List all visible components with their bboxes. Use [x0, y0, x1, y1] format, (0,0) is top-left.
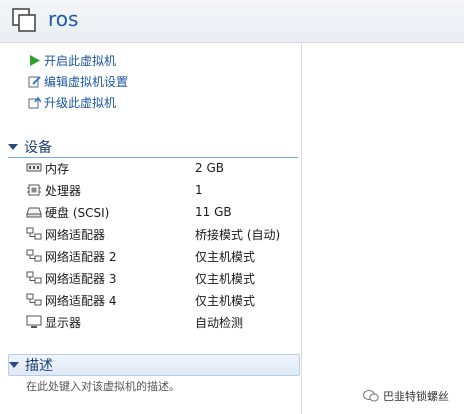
watermark: 巴韭特锁螺丝 [363, 388, 449, 404]
device-value: 桥接模式 (自动) [195, 227, 281, 242]
edit-vm-settings-label: 编辑虚拟机设置 [44, 75, 129, 89]
device-value: 1 [195, 183, 203, 197]
description-input[interactable]: 在此处键入对该虚拟机的描述。 [26, 378, 180, 394]
network-adapter-icon [26, 249, 42, 262]
monitor-icon [26, 315, 42, 328]
network-adapter-icon [26, 227, 42, 240]
play-icon [30, 55, 40, 66]
description-section-header[interactable]: 描述 [8, 354, 300, 376]
collapse-triangle-icon [9, 362, 19, 368]
device-row-network-adapter-3[interactable]: 网络适配器 3 仅主机模式 [26, 268, 294, 288]
device-row-display[interactable]: 显示器 自动检测 [26, 312, 294, 332]
device-name: 内存 [45, 161, 70, 176]
device-name: 网络适配器 3 [45, 271, 117, 286]
device-row-network-adapter[interactable]: 网络适配器 桥接模式 (自动) [26, 224, 294, 244]
network-adapter-icon [26, 271, 42, 284]
edit-vm-settings-button[interactable]: 编辑虚拟机设置 [28, 73, 128, 90]
cpu-icon [27, 184, 41, 196]
device-row-network-adapter-2[interactable]: 网络适配器 2 仅主机模式 [26, 246, 294, 266]
description-section-label: 描述 [25, 358, 53, 374]
device-name: 硬盘 (SCSI) [45, 205, 110, 220]
edit-settings-icon [28, 76, 41, 88]
devices-section-label: 设备 [24, 140, 52, 156]
device-name: 网络适配器 4 [45, 293, 117, 308]
device-name: 网络适配器 [45, 227, 106, 242]
watermark-text: 巴韭特锁螺丝 [383, 390, 449, 403]
device-row-memory[interactable]: 内存 2 GB [26, 158, 294, 178]
device-name: 处理器 [45, 183, 82, 198]
memory-icon [26, 163, 42, 172]
device-row-network-adapter-4[interactable]: 网络适配器 4 仅主机模式 [26, 290, 294, 310]
hard-disk-icon [26, 207, 42, 218]
vm-details-panel [302, 43, 464, 414]
device-value: 仅主机模式 [195, 271, 256, 286]
vm-header: ros [0, 0, 464, 43]
device-row-hard-disk[interactable]: 硬盘 (SCSI) 11 GB [26, 202, 294, 222]
devices-section-header[interactable]: 设备 [8, 137, 298, 158]
device-value: 11 GB [195, 205, 232, 219]
device-name: 显示器 [45, 315, 82, 330]
device-value: 2 GB [195, 161, 224, 175]
virtual-machine-icon [12, 8, 36, 32]
upgrade-icon [28, 96, 41, 109]
upgrade-vm-button[interactable]: 升级此虚拟机 [28, 94, 116, 111]
power-on-vm-label: 开启此虚拟机 [44, 54, 117, 68]
network-adapter-icon [26, 293, 42, 306]
vm-title: ros [48, 7, 79, 31]
power-on-vm-button[interactable]: 开启此虚拟机 [28, 52, 116, 69]
upgrade-vm-label: 升级此虚拟机 [44, 96, 117, 110]
device-name: 网络适配器 2 [45, 249, 117, 264]
device-value: 仅主机模式 [195, 249, 256, 264]
device-value: 自动检测 [195, 315, 244, 330]
collapse-triangle-icon [8, 144, 18, 150]
wechat-icon [363, 390, 379, 402]
device-value: 仅主机模式 [195, 293, 256, 308]
device-row-processor[interactable]: 处理器 1 [26, 180, 294, 200]
